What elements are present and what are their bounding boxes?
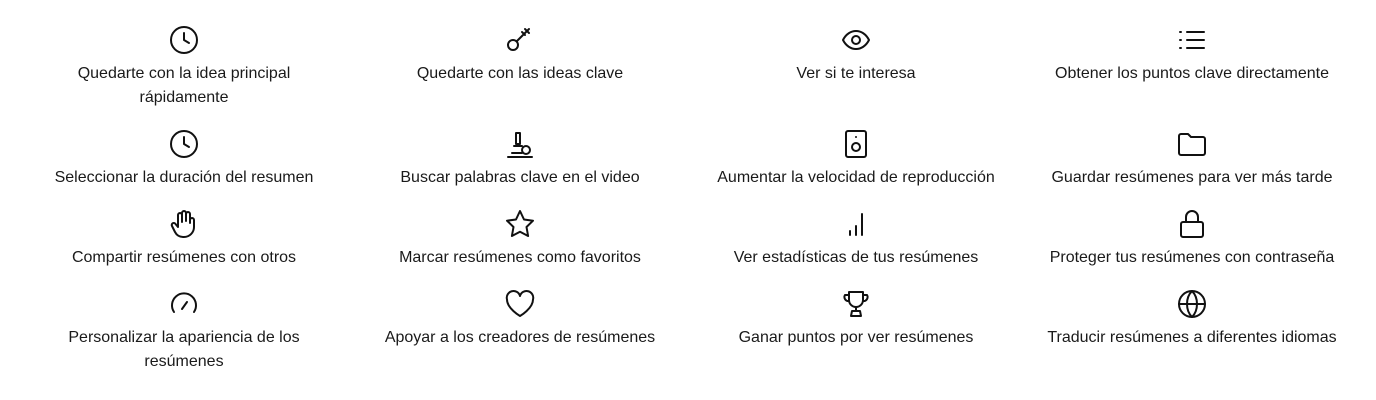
feature-label: Quedarte con la idea principal rápidamen…: [77, 65, 291, 106]
globe-icon: [1176, 288, 1208, 320]
folder-icon: [1176, 128, 1208, 160]
list-icon: [1176, 24, 1208, 56]
features-row: Compartir resúmenes con otros Marcar res…: [16, 208, 1360, 270]
clock-icon: [168, 128, 200, 160]
feature-label: Ver estadísticas de tus resúmenes: [733, 249, 979, 266]
feature-item: Quedarte con la idea principal rápidamen…: [16, 24, 352, 110]
feature-item: Seleccionar la duración del resumen: [16, 128, 352, 190]
heart-icon: [504, 288, 536, 320]
feature-label: Guardar resúmenes para ver más tarde: [1051, 169, 1333, 186]
star-icon: [504, 208, 536, 240]
feature-item: Marcar resúmenes como favoritos: [352, 208, 688, 270]
feature-item: Guardar resúmenes para ver más tarde: [1024, 128, 1360, 190]
feature-label: Seleccionar la duración del resumen: [54, 169, 314, 186]
feature-label: Obtener los puntos clave directamente: [1055, 65, 1329, 82]
feature-item: Buscar palabras clave en el video: [352, 128, 688, 190]
feature-label: Quedarte con las ideas clave: [416, 65, 624, 82]
features-grid: Quedarte con la idea principal rápidamen…: [0, 0, 1376, 400]
microscope-icon: [504, 128, 536, 160]
feature-label: Aumentar la velocidad de reproducción: [717, 169, 995, 186]
feature-item: Obtener los puntos clave directamente: [1024, 24, 1360, 110]
feature-item: Aumentar la velocidad de reproducción: [688, 128, 1024, 190]
feature-label: Personalizar la apariencia de los resúme…: [68, 329, 300, 370]
eye-icon: [840, 24, 872, 56]
feature-item: Compartir resúmenes con otros: [16, 208, 352, 270]
feature-item: Quedarte con las ideas clave: [352, 24, 688, 110]
feature-label: Marcar resúmenes como favoritos: [399, 249, 641, 266]
feature-label: Proteger tus resúmenes con contraseña: [1049, 249, 1335, 266]
lock-icon: [1176, 208, 1208, 240]
features-row: Seleccionar la duración del resumen Busc…: [16, 128, 1360, 190]
feature-item: Ver si te interesa: [688, 24, 1024, 110]
bar-chart-icon: [840, 208, 872, 240]
key-icon: [504, 24, 536, 56]
feature-label: Buscar palabras clave en el video: [400, 169, 640, 186]
clock-icon: [168, 24, 200, 56]
hand-icon: [168, 208, 200, 240]
feature-item: Personalizar la apariencia de los resúme…: [16, 288, 352, 374]
features-row: Personalizar la apariencia de los resúme…: [16, 288, 1360, 374]
feature-item: Ver estadísticas de tus resúmenes: [688, 208, 1024, 270]
gauge-icon: [168, 288, 200, 320]
features-row: Quedarte con la idea principal rápidamen…: [16, 24, 1360, 110]
feature-item: Proteger tus resúmenes con contraseña: [1024, 208, 1360, 270]
feature-label: Ganar puntos por ver resúmenes: [738, 329, 974, 346]
feature-label: Compartir resúmenes con otros: [71, 249, 297, 266]
feature-label: Ver si te interesa: [796, 65, 916, 82]
feature-label: Traducir resúmenes a diferentes idiomas: [1047, 329, 1337, 346]
feature-label: Apoyar a los creadores de resúmenes: [384, 329, 656, 346]
feature-item: Ganar puntos por ver resúmenes: [688, 288, 1024, 374]
feature-item: Traducir resúmenes a diferentes idiomas: [1024, 288, 1360, 374]
speaker-icon: [840, 128, 872, 160]
trophy-icon: [840, 288, 872, 320]
feature-item: Apoyar a los creadores de resúmenes: [352, 288, 688, 374]
